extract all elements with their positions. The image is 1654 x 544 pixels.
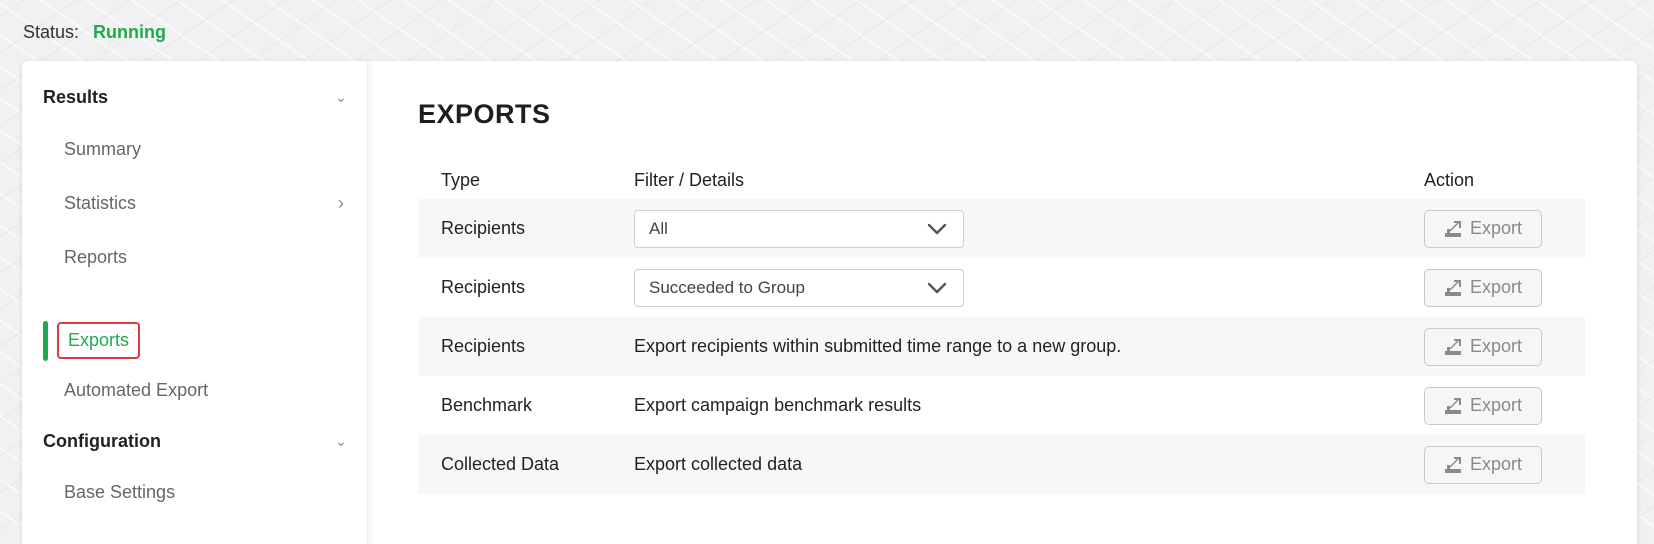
sidebar-section-configuration[interactable]: Configuration ⌄ xyxy=(43,431,348,452)
sidebar-section-results[interactable]: Results ⌄ xyxy=(43,87,348,108)
sidebar-item-statistics[interactable]: Statistics › xyxy=(64,193,348,214)
export-button-label: Export xyxy=(1469,218,1523,238)
export-button[interactable]: Export xyxy=(1424,327,1542,366)
cell-action: Export xyxy=(1424,445,1585,484)
sidebar-item-exports[interactable]: Exports xyxy=(57,322,141,359)
sidebar-section-label: Configuration xyxy=(43,431,161,451)
sidebar-item-automated-export[interactable]: Automated Export xyxy=(64,380,348,401)
export-button[interactable]: Export xyxy=(1424,209,1542,248)
sidebar-item-reports[interactable]: Reports xyxy=(64,247,348,268)
table-row: Recipients All Export xyxy=(418,199,1585,258)
filter-details: Export campaign benchmark results xyxy=(634,395,922,415)
export-button[interactable]: Export xyxy=(1424,386,1542,425)
filter-select-value: Succeeded to Group xyxy=(649,277,805,297)
cell-action: Export xyxy=(1424,327,1585,366)
export-button-label: Export xyxy=(1469,454,1523,474)
main-card: Results ⌄ Summary Statistics › Reports E… xyxy=(22,61,1637,544)
status-value: Running xyxy=(93,22,167,42)
active-indicator xyxy=(43,321,48,361)
filter-select[interactable]: All xyxy=(634,209,964,248)
table-row: Collected Data Export collected data Expor… xyxy=(418,435,1585,494)
filter-select[interactable]: Succeeded to Group xyxy=(634,268,964,307)
sidebar-section-label: Results xyxy=(43,87,109,107)
sidebar-item-summary[interactable]: Summary xyxy=(64,139,348,160)
chevron-down-icon xyxy=(927,282,947,293)
export-button-label: Export xyxy=(1469,336,1523,356)
table-body: Recipients All Export Recipients Succeeded t… xyxy=(418,199,1585,494)
export-icon xyxy=(1444,338,1461,355)
sidebar: Results ⌄ Summary Statistics › Reports E… xyxy=(22,61,368,544)
cell-type: Recipients xyxy=(441,218,526,238)
sidebar-item-label: Summary xyxy=(64,139,142,159)
cell-type: Collected Data xyxy=(441,454,560,474)
status-label: Status: xyxy=(23,22,80,42)
sidebar-item-base-settings[interactable]: Base Settings xyxy=(64,482,348,503)
export-button-label: Export xyxy=(1469,277,1523,297)
cell-filter: Export collected data xyxy=(634,454,1424,475)
cell-filter: Succeeded to Group xyxy=(634,268,1424,307)
cell-filter: All xyxy=(634,209,1424,248)
export-button-label: Export xyxy=(1469,395,1523,415)
chevron-down-icon: ⌄ xyxy=(335,89,347,105)
sidebar-item-label: Reports xyxy=(64,247,128,267)
export-icon xyxy=(1444,456,1461,473)
sidebar-item-label: Automated Export xyxy=(64,380,209,400)
page-title: EXPORTS xyxy=(418,99,551,129)
filter-details: Export recipients within submitted time … xyxy=(634,336,1122,356)
export-icon xyxy=(1444,397,1461,414)
filter-details: Export collected data xyxy=(634,454,803,474)
cell-type: Recipients xyxy=(441,277,526,297)
filter-select-value: All xyxy=(649,218,668,238)
sidebar-item-label: Statistics xyxy=(64,193,137,213)
export-icon xyxy=(1444,220,1461,237)
export-button[interactable]: Export xyxy=(1424,445,1542,484)
chevron-down-icon xyxy=(927,223,947,234)
cell-action: Export xyxy=(1424,386,1585,425)
cell-action: Export xyxy=(1424,209,1585,248)
chevron-down-icon: ⌄ xyxy=(335,433,347,449)
sidebar-item-label: Base Settings xyxy=(64,482,176,502)
table-row: Recipients Export recipients within submi… xyxy=(418,317,1585,376)
table-row: Recipients Succeeded to Group Export xyxy=(418,258,1585,317)
cell-filter: Export campaign benchmark results xyxy=(634,395,1424,416)
status-bar: Status: Running xyxy=(23,22,166,43)
export-button[interactable]: Export xyxy=(1424,268,1542,307)
cell-filter: Export recipients within submitted time … xyxy=(634,336,1424,357)
cell-action: Export xyxy=(1424,268,1585,307)
column-header-filter: Filter / Details xyxy=(634,169,745,190)
table-row: Benchmark Export campaign benchmark resul… xyxy=(418,376,1585,435)
column-header-type: Type xyxy=(441,169,481,190)
export-icon xyxy=(1444,279,1461,296)
exports-panel: EXPORTS Type Filter / Details Action Rec… xyxy=(418,61,1637,544)
table-header: Type Filter / Details Action xyxy=(418,161,1585,199)
cell-type: Recipients xyxy=(441,336,526,356)
cell-type: Benchmark xyxy=(441,395,533,415)
exports-table: Type Filter / Details Action Recipients A… xyxy=(418,161,1585,494)
column-header-action: Action xyxy=(1424,169,1475,190)
chevron-right-icon: › xyxy=(338,193,344,213)
